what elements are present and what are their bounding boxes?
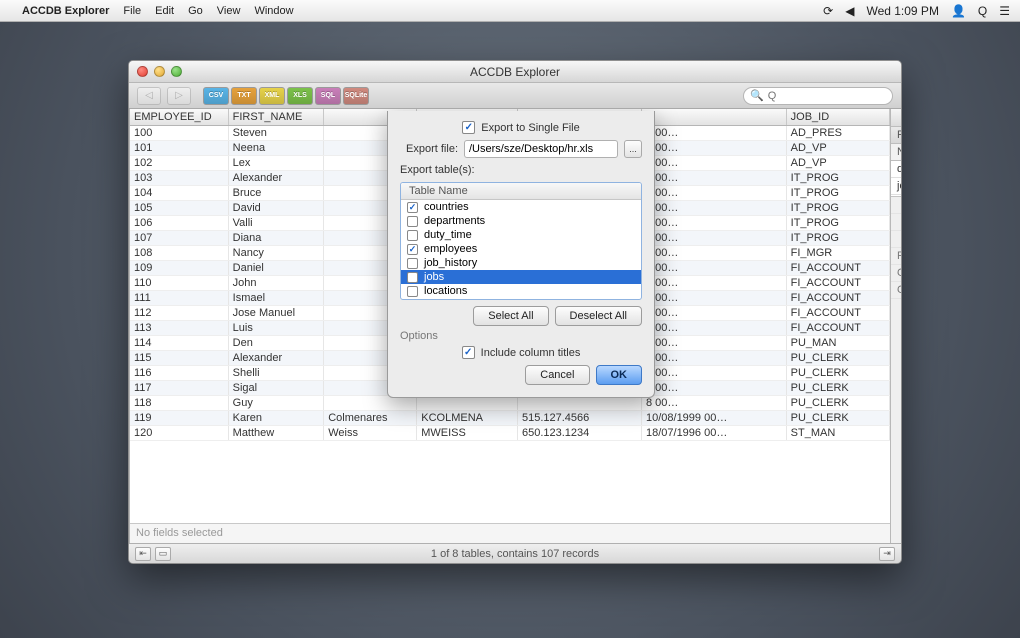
ok-button[interactable]: OK — [596, 365, 643, 385]
clock[interactable]: Wed 1:09 PM — [866, 4, 938, 18]
traffic-lights — [137, 66, 182, 77]
zoom-button[interactable] — [171, 66, 182, 77]
export-checkbox[interactable] — [407, 230, 418, 241]
spotlight-icon[interactable]: Q — [978, 4, 987, 18]
export-tables-label: Export table(s): — [400, 164, 475, 176]
status-fit[interactable]: ▭ — [155, 547, 171, 561]
right-panel: ⊞◫▤▦◧ Relation Information Name departme… — [890, 109, 901, 543]
export-xml[interactable]: XML — [259, 87, 285, 105]
menu-view[interactable]: View — [217, 5, 241, 17]
nav-back[interactable]: ◁ — [137, 87, 161, 105]
name-column-header: Name — [891, 144, 901, 161]
relation-property: ColumnsDEPARTMENT_ID — [891, 214, 901, 231]
browse-button[interactable]: … — [624, 140, 642, 158]
export-table-countries[interactable]: countries — [401, 200, 641, 214]
export-checkbox[interactable] — [407, 272, 418, 283]
minimize-button[interactable] — [154, 66, 165, 77]
col-header[interactable] — [641, 109, 786, 126]
export-sql[interactable]: SQL — [315, 87, 341, 105]
relation-item[interactable]: jobsemployees — [891, 178, 901, 195]
main: EMPLOYEE_IDFIRST_NAMEJOB_ID100Steven7 00… — [130, 109, 890, 543]
export-csv[interactable]: CSV — [203, 87, 229, 105]
deselect-all-button[interactable]: Deselect All — [555, 306, 642, 326]
export-file-input[interactable] — [464, 140, 618, 158]
export-xls[interactable]: XLS — [287, 87, 313, 105]
export-single-checkbox[interactable] — [462, 121, 475, 134]
status-bar: ⇤ ▭ 1 of 8 tables, contains 107 records … — [129, 543, 901, 563]
search-field[interactable]: 🔍 — [743, 87, 893, 105]
export-checkbox[interactable] — [407, 244, 418, 255]
sync-icon[interactable]: ⟳ — [823, 4, 833, 18]
export-checkbox[interactable] — [407, 258, 418, 269]
options-label: Options — [400, 330, 642, 342]
cancel-button[interactable]: Cancel — [525, 365, 589, 385]
menu-window[interactable]: Window — [254, 5, 293, 17]
search-input[interactable] — [768, 90, 886, 102]
menu-go[interactable]: Go — [188, 5, 203, 17]
export-file-label: Export file: — [400, 143, 458, 155]
export-table-departments[interactable]: departments — [401, 214, 641, 228]
relation-property: Namedepartmentsemp… — [891, 197, 901, 214]
export-table-duty_time[interactable]: duty_time — [401, 228, 641, 242]
search-icon: 🔍 — [750, 89, 764, 102]
tab-1[interactable]: ⊞ — [891, 109, 901, 126]
mac-menubar: ACCDB Explorer File Edit Go View Window … — [0, 0, 1020, 22]
status-text: 1 of 8 tables, contains 107 records — [431, 548, 599, 560]
table-row[interactable]: 119KarenColmenaresKCOLMENA515.127.456610… — [130, 411, 890, 426]
export-checkbox[interactable] — [407, 202, 418, 213]
relation-property: On update cascadeNO — [891, 265, 901, 282]
export-single-label: Export to Single File — [481, 122, 579, 134]
export-checkbox[interactable] — [407, 286, 418, 297]
export-table-locations[interactable]: locations — [401, 284, 641, 298]
export-tables-box[interactable]: Table Name countriesdepartmentsduty_time… — [400, 182, 642, 300]
window-title: ACCDB Explorer — [470, 65, 560, 79]
menu-edit[interactable]: Edit — [155, 5, 174, 17]
export-table-jobs[interactable]: jobs — [401, 270, 641, 284]
user-icon[interactable]: 👤 — [951, 4, 966, 18]
export-table-job_history[interactable]: job_history — [401, 256, 641, 270]
nav-forward[interactable]: ▷ — [167, 87, 191, 105]
right-panel-tabs[interactable]: ⊞◫▤▦◧ — [891, 109, 901, 127]
close-button[interactable] — [137, 66, 148, 77]
app-name[interactable]: ACCDB Explorer — [22, 5, 109, 17]
col-header[interactable]: EMPLOYEE_ID — [130, 109, 228, 126]
export-table-employees[interactable]: employees — [401, 242, 641, 256]
include-titles-label: Include column titles — [481, 347, 581, 359]
relation-property: Referenced columnsDEPARTMENT_ID — [891, 248, 901, 265]
include-titles-checkbox[interactable] — [462, 346, 475, 359]
export-checkbox[interactable] — [407, 216, 418, 227]
relation-item[interactable]: departmentsemployees — [891, 161, 901, 178]
notifications-icon[interactable]: ☰ — [999, 4, 1010, 18]
status-last[interactable]: ⇥ — [879, 547, 895, 561]
app-window: ACCDB Explorer ◁ ▷ CSVTXTXMLXLSSQLSQLite… — [128, 60, 902, 564]
col-header[interactable]: JOB_ID — [786, 109, 889, 126]
table-name-header: Table Name — [401, 183, 641, 200]
export-sqlite[interactable]: SQLite — [343, 87, 369, 105]
relation-property: On delete cascadeNO — [891, 282, 901, 299]
titlebar: ACCDB Explorer — [129, 61, 901, 83]
relation-property: Referenced tabledepartments — [891, 231, 901, 248]
col-header[interactable]: FIRST_NAME — [228, 109, 324, 126]
volume-icon[interactable]: ◀ — [845, 4, 854, 18]
export-txt[interactable]: TXT — [231, 87, 257, 105]
menu-file[interactable]: File — [123, 5, 141, 17]
table-row[interactable]: 120MatthewWeissMWEISS650.123.123418/07/1… — [130, 426, 890, 441]
relation-info-header: Relation Information — [891, 127, 901, 144]
select-all-button[interactable]: Select All — [473, 306, 548, 326]
toolbar: ◁ ▷ CSVTXTXMLXLSSQLSQLite 🔍 — [129, 83, 901, 109]
no-fields-bar: No fields selected — [130, 523, 890, 543]
status-first[interactable]: ⇤ — [135, 547, 151, 561]
export-dialog: Export to Single File Export file: … Exp… — [387, 111, 655, 398]
